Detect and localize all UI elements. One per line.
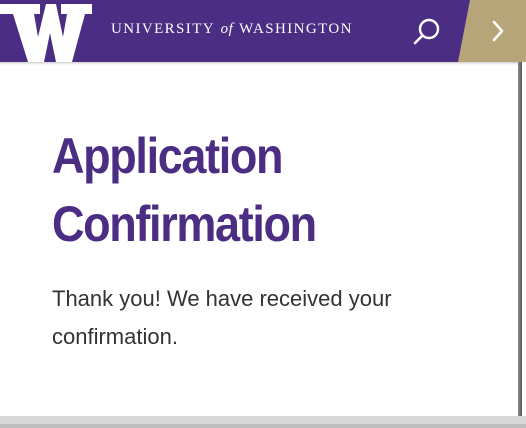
university-wordmark[interactable]: UNIVERSITY of WASHINGTON [111,21,353,38]
site-header: UNIVERSITY of WASHINGTON [0,0,526,62]
footer-divider-dark [0,424,526,428]
confirmation-message: Thank you! We have received your confirm… [52,280,492,356]
page-title-line-2: Confirmation [52,196,317,252]
search-icon [413,18,440,45]
page-title: Application Confirmation [52,122,448,258]
scroll-edge-margin [522,62,526,418]
gold-tab-shape [458,0,526,62]
next-button[interactable] [458,0,526,62]
search-button[interactable] [410,14,444,48]
page: UNIVERSITY of WASHINGTON Application Con… [0,0,526,428]
confirmation-message-line-1: Thank you! We have received your [52,286,392,311]
page-title-line-1: Application [52,128,283,184]
confirmation-message-line-2: confirmation. [52,324,178,349]
header-shadow [0,62,518,65]
wordmark-university: UNIVERSITY [111,21,215,37]
uw-w-logo[interactable] [0,0,92,62]
wordmark-washington: WASHINGTON [239,21,353,37]
wordmark-of: of [220,21,234,37]
